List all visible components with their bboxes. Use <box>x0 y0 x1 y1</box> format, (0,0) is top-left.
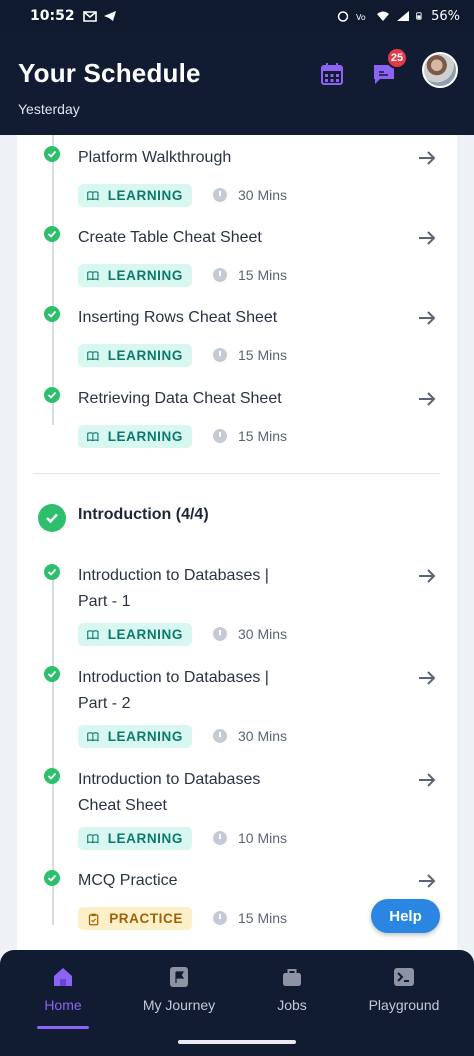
alarm-icon <box>337 11 349 22</box>
item-duration: 15 Mins <box>238 428 288 444</box>
clock-icon <box>213 348 227 362</box>
check-icon <box>44 387 60 403</box>
signal-icon <box>397 11 410 21</box>
book-icon <box>87 431 99 442</box>
learning-tag: LEARNING <box>78 264 192 287</box>
status-time: 10:52 <box>30 8 75 24</box>
learning-tag: LEARNING <box>78 425 192 448</box>
item-title: Retrieving Data Cheat Sheet <box>78 390 282 407</box>
item-duration: 10 Mins <box>238 830 288 846</box>
arrow-right-icon[interactable] <box>417 148 437 168</box>
check-icon <box>44 306 60 322</box>
arrow-right-icon[interactable] <box>417 308 437 328</box>
app-header: Your Schedule Yesterday 25 <box>0 32 474 135</box>
clock-icon <box>213 268 227 282</box>
home-icon <box>54 968 72 986</box>
item-duration: 15 Mins <box>238 910 288 926</box>
help-button[interactable]: Help <box>371 899 440 933</box>
calendar-icon[interactable] <box>320 62 344 86</box>
clock-icon <box>213 627 227 641</box>
clock-icon <box>213 911 227 925</box>
clock-icon <box>213 831 227 845</box>
item-title: Introduction to Databases | Part - 2 <box>78 669 269 712</box>
svg-text:Vo: Vo <box>356 13 366 22</box>
check-icon <box>44 226 60 242</box>
section-check-icon <box>38 504 66 532</box>
wifi-icon <box>377 11 390 21</box>
nav-my-journey[interactable]: My Journey <box>124 962 234 1032</box>
nav-label: Jobs <box>277 997 307 1013</box>
clock-icon <box>213 729 227 743</box>
nav-label: Home <box>44 997 82 1013</box>
item-duration: 15 Mins <box>238 267 288 283</box>
gmail-icon <box>82 11 97 22</box>
avatar[interactable] <box>422 52 458 88</box>
learning-tag: LEARNING <box>78 827 192 850</box>
timeline-line-top <box>52 135 54 425</box>
check-icon <box>44 666 60 682</box>
status-bar: 10:52 Vo 56% <box>0 0 474 32</box>
item-title: Introduction to Databases | Part - 1 <box>78 567 269 610</box>
item-title: Inserting Rows Cheat Sheet <box>78 309 278 326</box>
schedule-card: Platform Walkthrough LEARNING 30 Mins Cr… <box>17 135 457 950</box>
notification-badge: 25 <box>386 47 408 69</box>
item-duration: 15 Mins <box>238 347 288 363</box>
check-icon <box>44 870 60 886</box>
learning-tag: LEARNING <box>78 184 192 207</box>
check-icon <box>44 146 60 162</box>
nav-playground[interactable]: Playground <box>349 962 459 1032</box>
battery-percent: 56% <box>431 8 460 24</box>
arrow-right-icon[interactable] <box>417 389 437 409</box>
arrow-right-icon[interactable] <box>417 668 437 688</box>
item-duration: 30 Mins <box>238 187 288 203</box>
practice-tag: PRACTICE <box>78 907 192 930</box>
book-icon <box>87 270 99 281</box>
book-icon <box>87 629 99 640</box>
nav-home[interactable]: Home <box>8 962 118 1032</box>
page-subtitle: Yesterday <box>18 101 80 117</box>
page-title: Your Schedule <box>18 58 201 88</box>
divider <box>33 473 440 474</box>
arrow-right-icon[interactable] <box>417 770 437 790</box>
nav-label: My Journey <box>142 997 216 1013</box>
active-tab-indicator <box>37 1026 89 1029</box>
book-icon <box>87 350 99 361</box>
arrow-right-icon[interactable] <box>417 566 437 586</box>
arrow-right-icon[interactable] <box>417 228 437 248</box>
item-title: MCQ Practice <box>78 872 178 889</box>
clock-icon <box>213 429 227 443</box>
section-title: Introduction (4/4) <box>78 506 209 523</box>
item-title: Platform Walkthrough <box>78 149 232 166</box>
flag-icon <box>170 967 188 987</box>
terminal-icon <box>394 968 414 986</box>
clipboard-icon <box>88 913 99 925</box>
telegram-icon <box>103 11 116 21</box>
item-duration: 30 Mins <box>238 626 288 642</box>
gesture-bar <box>178 1040 296 1044</box>
nav-jobs[interactable]: Jobs <box>237 962 347 1032</box>
arrow-right-icon[interactable] <box>417 871 437 891</box>
learning-tag: LEARNING <box>78 344 192 367</box>
learning-tag: LEARNING <box>78 725 192 748</box>
check-icon <box>44 564 60 580</box>
volte-icon: Vo <box>356 13 366 22</box>
check-icon <box>44 768 60 784</box>
learning-tag: LEARNING <box>78 623 192 646</box>
item-duration: 30 Mins <box>238 728 288 744</box>
clock-icon <box>213 188 227 202</box>
briefcase-icon <box>283 969 301 986</box>
book-icon <box>87 731 99 742</box>
item-title: Create Table Cheat Sheet <box>78 229 262 246</box>
item-title: Introduction to Databases Cheat Sheet <box>78 771 261 814</box>
book-icon <box>87 833 99 844</box>
book-icon <box>87 190 99 201</box>
nav-label: Playground <box>368 997 440 1013</box>
battery-icon <box>416 12 422 20</box>
